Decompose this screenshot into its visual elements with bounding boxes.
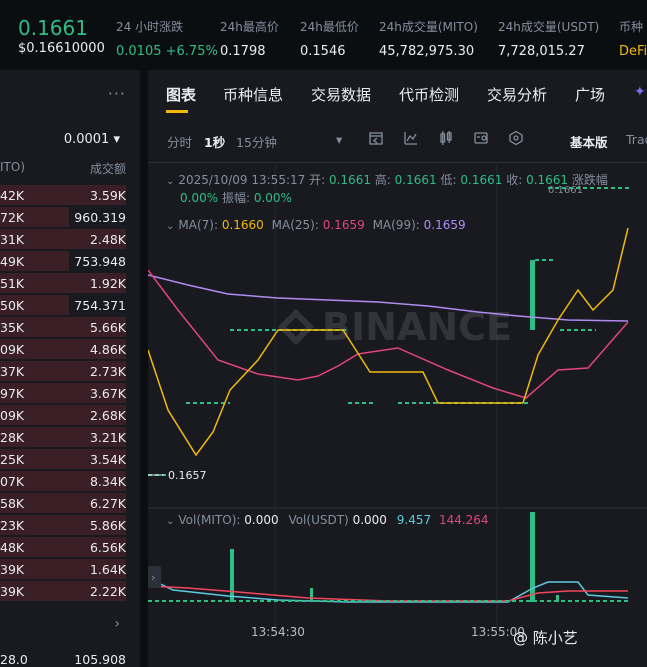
ask-total: 2.73K bbox=[89, 364, 126, 379]
ask-amount: 09K bbox=[0, 342, 25, 357]
ask-amount: 37K bbox=[0, 364, 25, 379]
ask-amount: 31K bbox=[0, 232, 25, 247]
ask-total: 5.66K bbox=[89, 320, 126, 335]
ask-row[interactable]: 39K 1.64K bbox=[0, 558, 126, 580]
ask-total: 3.59K bbox=[89, 188, 126, 203]
price-candle bbox=[530, 260, 535, 330]
column-total-header: 成交额 bbox=[89, 162, 126, 176]
precision-select[interactable]: 0.0001 ▾ bbox=[64, 132, 120, 147]
ask-amount: 39K bbox=[0, 584, 25, 599]
ask-total: 960.319 bbox=[74, 210, 126, 225]
chevron-down-icon: ⌄ bbox=[166, 221, 175, 232]
time-tick-1: 13:54:30 bbox=[251, 625, 305, 639]
ma-info: ⌄ MA(7): 0.1660 MA(25): 0.1659 MA(99): 0.… bbox=[166, 218, 466, 232]
ask-row[interactable]: 07K 8.34K bbox=[0, 470, 126, 492]
ask-amount: 42K bbox=[0, 188, 25, 203]
low-price-tag: 0.1657 bbox=[168, 469, 207, 482]
chevron-right-icon[interactable]: › bbox=[114, 616, 120, 632]
ask-row[interactable]: 48K 6.56K bbox=[0, 536, 126, 558]
ask-row[interactable]: 51K 1.92K bbox=[0, 272, 126, 294]
ask-row[interactable]: 35K 5.66K bbox=[0, 316, 126, 338]
ask-row[interactable]: 72K 960.319 bbox=[0, 206, 126, 228]
ask-amount: 51K bbox=[0, 276, 25, 291]
ask-row[interactable]: 49K 753.948 bbox=[0, 250, 126, 272]
ask-total: 3.54K bbox=[89, 452, 126, 467]
ask-amount: 07K bbox=[0, 474, 25, 489]
ask-total: 754.371 bbox=[74, 298, 126, 313]
ask-row[interactable]: 25K 3.54K bbox=[0, 448, 126, 470]
ticker-bar: 0.1661 $0.16610000 24 小时涨跌 0.0105 +6.75%… bbox=[0, 0, 647, 66]
stat-24h-volume-mito: 24h成交量(MITO) 45,782,975.30 bbox=[379, 20, 478, 59]
ask-amount: 48K bbox=[0, 540, 25, 555]
ask-total: 8.34K bbox=[89, 474, 126, 489]
ask-total: 5.86K bbox=[89, 518, 126, 533]
current-price-tag: 0.1661 bbox=[548, 185, 583, 196]
column-amount-header: ITO) bbox=[0, 160, 25, 174]
last-price-usd: $0.16610000 bbox=[18, 41, 105, 56]
ask-amount: 49K bbox=[0, 254, 25, 269]
ask-total: 3.67K bbox=[89, 386, 126, 401]
ask-total: 2.22K bbox=[89, 584, 126, 599]
ask-amount: 58K bbox=[0, 496, 25, 511]
ask-amount: 72K bbox=[0, 210, 25, 225]
ask-total: 4.86K bbox=[89, 342, 126, 357]
ask-total: 753.948 bbox=[74, 254, 126, 269]
chart-panel: 图表 币种信息 交易数据 代币检测 交易分析 广场 ✦ 分时 1秒 15分钟 ▾… bbox=[148, 70, 647, 667]
ask-amount: 25K bbox=[0, 452, 25, 467]
stat-24h-change: 24 小时涨跌 0.0105 +6.75% bbox=[116, 20, 218, 59]
volume-info: ⌄ Vol(MITO): 0.000 Vol(USDT) 0.000 9.457 … bbox=[166, 513, 489, 527]
ask-total: 1.92K bbox=[89, 276, 126, 291]
stat-24h-low: 24h最低价 0.1546 bbox=[300, 20, 359, 59]
stat-24h-high: 24h最高价 0.1798 bbox=[220, 20, 279, 59]
ask-row[interactable]: 09K 2.68K bbox=[0, 404, 126, 426]
ask-total: 6.56K bbox=[89, 540, 126, 555]
chevron-right-icon: › bbox=[151, 571, 155, 584]
ask-total: 2.48K bbox=[89, 232, 126, 247]
ask-row[interactable]: 28K 3.21K bbox=[0, 426, 126, 448]
ask-row[interactable]: 23K 5.86K bbox=[0, 514, 126, 536]
ask-row[interactable]: 50K 754.371 bbox=[0, 294, 126, 316]
ask-amount: 23K bbox=[0, 518, 25, 533]
footer-total: 105.908 bbox=[74, 652, 126, 667]
ask-total: 3.21K bbox=[89, 430, 126, 445]
more-icon[interactable]: ··· bbox=[108, 84, 126, 103]
chevron-down-icon: ⌄ bbox=[166, 516, 175, 527]
ask-row[interactable]: 97K 3.67K bbox=[0, 382, 126, 404]
footer-amount: 28.0 bbox=[0, 652, 28, 667]
ask-row[interactable]: 09K 4.86K bbox=[0, 338, 126, 360]
ohlc-info: ⌄ 2025/10/09 13:55:17 开: 0.1661 高: 0.1661… bbox=[166, 173, 608, 205]
ask-total: 6.27K bbox=[89, 496, 126, 511]
stat-token-tag[interactable]: 币种 DeFi bbox=[619, 18, 647, 59]
ask-amount: 50K bbox=[0, 298, 25, 313]
user-watermark: @ 陈小艺 bbox=[513, 629, 578, 647]
stat-24h-volume-usdt: 24h成交量(USDT) 7,728,015.27 bbox=[498, 20, 600, 59]
ask-amount: 39K bbox=[0, 562, 25, 577]
ask-amount: 35K bbox=[0, 320, 25, 335]
ask-row[interactable]: 58K 6.27K bbox=[0, 492, 126, 514]
ask-total: 2.68K bbox=[89, 408, 126, 423]
ask-amount: 09K bbox=[0, 408, 25, 423]
ask-amount: 28K bbox=[0, 430, 25, 445]
chevron-down-icon: ⌄ bbox=[166, 176, 175, 187]
order-book: ··· 0.0001 ▾ ITO) 成交额 42K 3.59K 72K 960.319… bbox=[0, 70, 140, 667]
ask-row[interactable]: 31K 2.48K bbox=[0, 228, 126, 250]
ask-row[interactable]: 37K 2.73K bbox=[0, 360, 126, 382]
ask-total: 1.64K bbox=[89, 562, 126, 577]
ask-row[interactable]: 42K 3.59K bbox=[0, 184, 126, 206]
ask-amount: 97K bbox=[0, 386, 25, 401]
price-chart[interactable]: BINANCE 0.1657 › 13:54:30 13:55:00 bbox=[148, 70, 647, 667]
last-price: 0.1661 bbox=[18, 16, 88, 40]
ask-row[interactable]: 39K 2.22K bbox=[0, 580, 126, 602]
